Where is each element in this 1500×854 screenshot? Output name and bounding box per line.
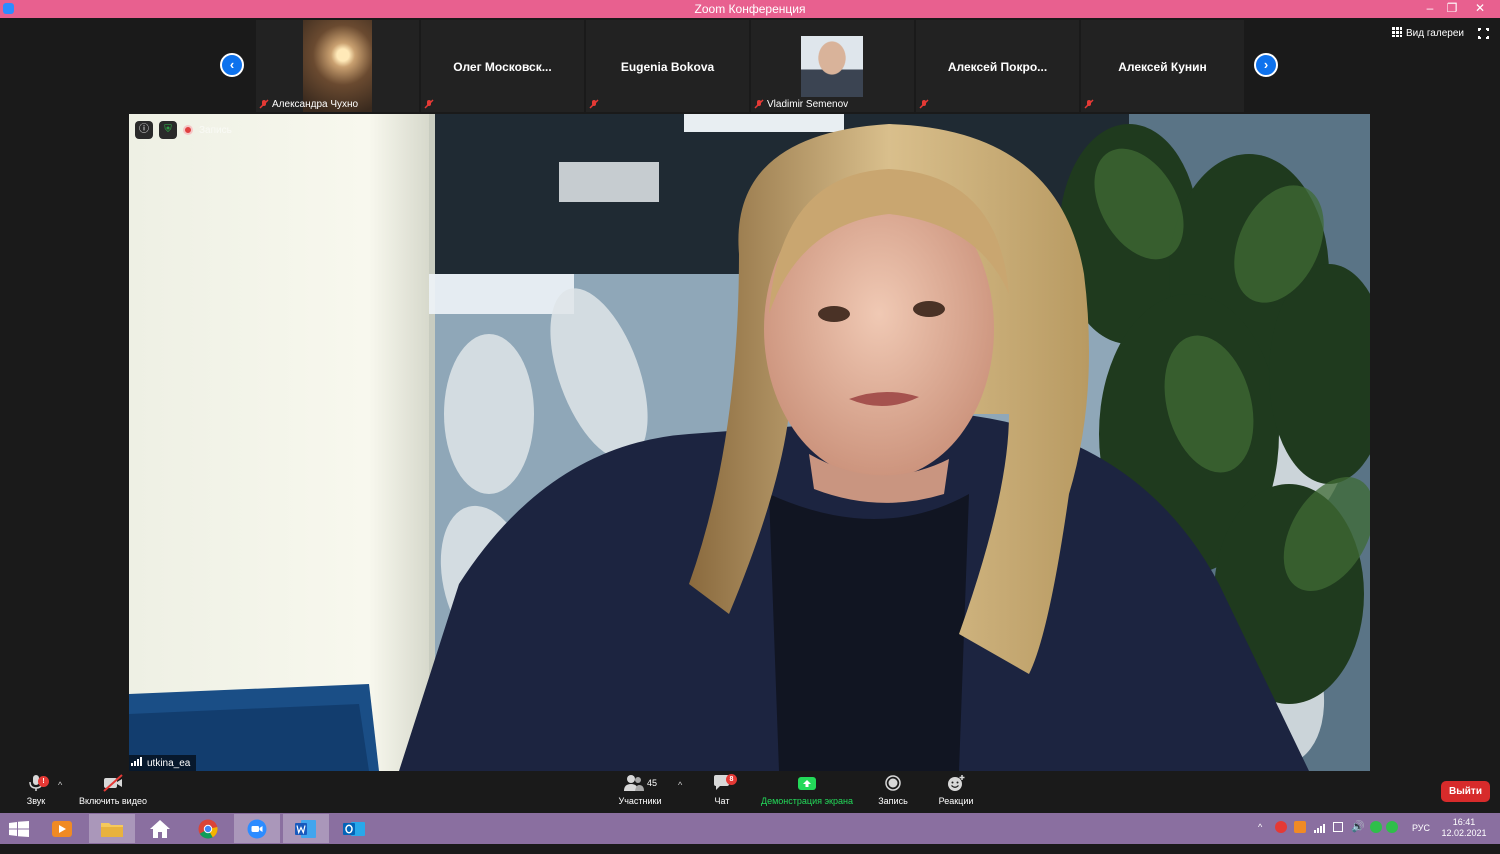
muted-mic-icon — [259, 99, 269, 109]
audio-warning-badge: ! — [38, 776, 49, 787]
media-player-icon — [52, 821, 72, 837]
next-page-button[interactable]: › — [1254, 53, 1278, 77]
chat-label: Чат — [714, 796, 730, 806]
sync-tray-icon[interactable] — [1386, 821, 1398, 833]
muted-mic-icon — [919, 99, 929, 109]
close-button[interactable]: ✕ — [1466, 0, 1494, 18]
participant-thumbnail[interactable]: Александра Чухно — [256, 20, 419, 112]
taskbar-app-home[interactable] — [137, 814, 183, 843]
security-shield-icon[interactable]: ⛨ — [159, 121, 177, 139]
recording-indicator-icon — [183, 125, 193, 135]
speaker-name: utkina_ea — [147, 758, 191, 769]
reactions-smiley-icon — [948, 775, 965, 791]
participant-video — [801, 36, 863, 97]
windows-taskbar: ^ 🔊 РУС 16:41 12.02.2021 — [0, 813, 1500, 844]
participants-label: Участники — [618, 796, 662, 806]
previous-page-button[interactable]: ‹ — [220, 53, 244, 77]
reactions-label: Реакции — [938, 796, 974, 806]
meeting-info-bar: ⓘ ⛨ Запись — [135, 121, 232, 139]
recording-label: Запись — [199, 124, 232, 136]
fullscreen-icon[interactable] — [1477, 27, 1490, 40]
speaker-video-frame — [129, 114, 1370, 771]
participants-strip: ‹ Александра Чухно Олег Московск... Euge… — [0, 18, 1500, 114]
muted-mic-icon — [589, 99, 599, 109]
notification-tray-icon[interactable] — [1294, 821, 1306, 833]
participant-name: Александра Чухно — [272, 99, 359, 110]
participant-name: Алексей Кунин — [1118, 60, 1207, 74]
clock-date: 12.02.2021 — [1441, 828, 1487, 838]
tray-expand-icon[interactable]: ^ — [1258, 822, 1262, 832]
muted-mic-icon — [754, 99, 764, 109]
start-video-button[interactable]: Включить видео — [74, 774, 152, 806]
muted-mic-icon — [1084, 99, 1094, 109]
video-off-icon — [103, 774, 123, 792]
audio-options-caret[interactable]: ^ — [58, 780, 62, 790]
active-speaker-video: ⓘ ⛨ Запись utkina_ea — [129, 114, 1370, 771]
chrome-icon — [198, 819, 218, 839]
chat-unread-badge: 8 — [726, 774, 737, 785]
network-signal-icon[interactable] — [1314, 824, 1326, 833]
share-screen-button[interactable]: Демонстрация экрана — [757, 774, 857, 806]
participant-name: Eugenia Bokova — [620, 60, 715, 74]
share-screen-label: Демонстрация экрана — [761, 796, 853, 806]
taskbar-app-media-player[interactable] — [39, 814, 85, 843]
participant-thumbnail[interactable]: Олег Московск... — [421, 20, 584, 112]
security-check-tray-icon[interactable] — [1370, 821, 1382, 833]
participants-icon — [623, 775, 644, 791]
gallery-view-label: Вид галереи — [1406, 28, 1464, 39]
participant-thumbnail[interactable]: Алексей Покро... — [916, 20, 1079, 112]
leave-meeting-button[interactable]: Выйти — [1441, 781, 1490, 802]
home-icon — [150, 820, 170, 838]
taskbar-app-outlook[interactable] — [331, 814, 377, 843]
antivirus-tray-icon[interactable] — [1275, 821, 1287, 833]
taskbar-app-word[interactable] — [283, 814, 329, 843]
muted-mic-icon — [424, 99, 434, 109]
reactions-button[interactable]: Реакции — [934, 774, 978, 806]
folder-icon — [101, 823, 123, 837]
taskbar-app-file-explorer[interactable] — [89, 814, 135, 843]
meeting-controls-toolbar: Звук ! ^ Включить видео 45 Участники ^ Ч… — [0, 771, 1500, 813]
speaker-name-tag: utkina_ea — [129, 755, 197, 771]
participants-options-caret[interactable]: ^ — [678, 780, 682, 790]
input-language-indicator[interactable]: РУС — [1412, 823, 1430, 854]
taskbar-app-chrome[interactable] — [185, 814, 231, 843]
gallery-view-button[interactable]: Вид галереи — [1392, 27, 1464, 39]
share-screen-icon — [798, 777, 816, 790]
audio-button[interactable]: Звук ! — [20, 774, 52, 806]
participant-name: Vladimir Semenov — [767, 99, 849, 110]
participant-thumbnail[interactable]: Vladimir Semenov — [751, 20, 914, 112]
taskbar-app-zoom[interactable] — [234, 814, 280, 843]
participant-thumbnail[interactable]: Алексей Кунин — [1081, 20, 1244, 112]
chat-button[interactable]: Чат 8 — [706, 774, 738, 806]
windows-start-icon[interactable] — [9, 821, 29, 837]
meeting-info-icon[interactable]: ⓘ — [135, 121, 153, 139]
zoom-icon — [247, 819, 267, 839]
outlook-icon — [343, 822, 365, 836]
gallery-grid-icon — [1392, 27, 1402, 37]
clock-time: 16:41 — [1452, 817, 1476, 827]
record-icon — [885, 775, 901, 791]
participant-thumbnail[interactable]: Eugenia Bokova — [586, 20, 749, 112]
window-title: Zoom Конференция — [694, 2, 806, 16]
restore-button[interactable]: ❐ — [1438, 0, 1466, 18]
participant-name: Олег Московск... — [453, 60, 552, 74]
participants-count: 45 — [646, 778, 657, 788]
record-label: Запись — [878, 796, 908, 806]
connection-signal-icon — [131, 757, 143, 766]
participant-name: Алексей Покро... — [947, 60, 1048, 74]
word-icon — [295, 820, 316, 838]
participants-button[interactable]: 45 Участники — [612, 774, 668, 806]
clock[interactable]: 16:41 12.02.2021 — [1440, 813, 1488, 844]
system-tray: ^ 🔊 — [1258, 813, 1398, 844]
start-video-label: Включить видео — [79, 796, 147, 806]
window-title-bar: Zoom Конференция – ❐ ✕ — [0, 0, 1500, 18]
audio-label: Звук — [26, 796, 46, 806]
volume-icon[interactable]: 🔊 — [1351, 820, 1365, 833]
monitor-tray-icon[interactable] — [1333, 822, 1343, 832]
record-button[interactable]: Запись — [874, 774, 912, 806]
